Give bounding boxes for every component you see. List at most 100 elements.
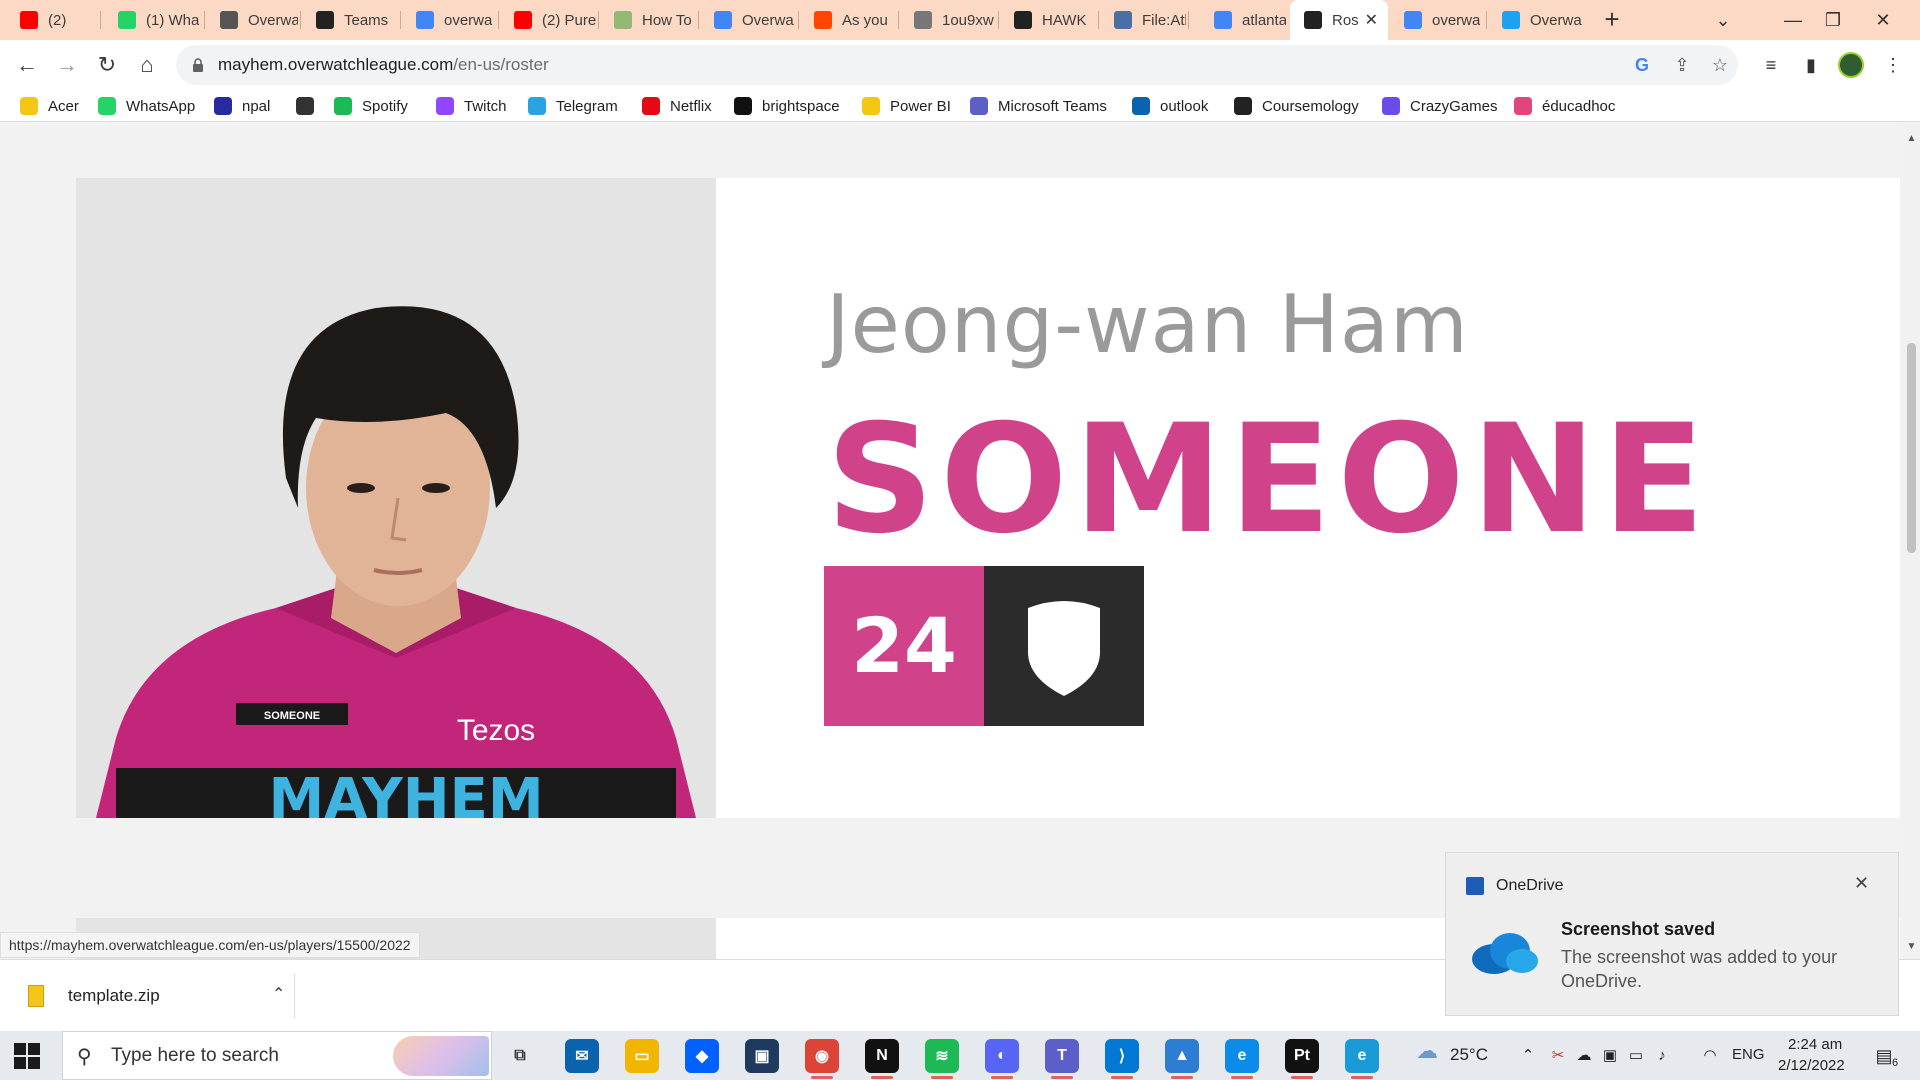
bookmark-item[interactable]: éducadhoc (1514, 96, 1615, 116)
scrollbar-thumb[interactable] (1907, 343, 1916, 553)
teams-icon[interactable]: T (1045, 1039, 1079, 1079)
reload-button[interactable]: ↻ (91, 49, 123, 81)
pycharm-icon[interactable]: Pt (1285, 1039, 1319, 1079)
edge-beta-icon[interactable]: e (1345, 1039, 1379, 1079)
tab-strip: (2) (1) Wha Overwa Teams overwa (2) Pure How T… (0, 0, 1920, 40)
discord-icon[interactable]: ◐ (985, 1039, 1019, 1079)
url-text[interactable]: mayhem.overwatchleague.com/en-us/roster (218, 55, 549, 75)
taskbar-search-input[interactable]: Type here to search (111, 1045, 279, 1067)
dropbox-icon[interactable]: ◆ (685, 1039, 719, 1073)
bookmark-item[interactable]: Netflix (642, 96, 712, 116)
tab-label: Teams (344, 11, 389, 29)
tab-label: 1ou9xw (942, 11, 994, 29)
bookmark-item[interactable]: Twitch (436, 96, 507, 116)
wikihow-icon (614, 11, 632, 29)
bookmark-item[interactable]: Microsoft Teams (970, 96, 1107, 116)
bookmark-item[interactable]: Power BI (862, 96, 951, 116)
jersey-sponsor-text: Tezos (457, 714, 535, 747)
weather-temperature[interactable]: 25°C (1450, 1045, 1488, 1065)
player-card[interactable]: SOMEONE Tezos MAYHEM Jeong-wan Ham SOMEO… (76, 178, 1900, 818)
bookmark-item[interactable] (296, 96, 324, 116)
media-controls-icon[interactable]: ≡ (1758, 52, 1784, 78)
onedrive-tray-icon[interactable]: ☁ (1574, 1046, 1594, 1066)
file-explorer-icon[interactable]: ▭ (625, 1039, 659, 1073)
browser-tab[interactable]: (1) Wha (104, 0, 202, 40)
chevron-up-icon[interactable]: ⌃ (272, 984, 285, 1004)
browser-tab[interactable]: (2) (6, 0, 98, 40)
photos-icon[interactable]: ▲ (1165, 1039, 1199, 1079)
browser-tab[interactable]: (2) Pure (500, 0, 596, 40)
battery-icon[interactable]: ▭ (1626, 1046, 1646, 1066)
bookmark-item[interactable]: Spotify (334, 96, 408, 116)
bookmark-star-icon[interactable]: ☆ (1708, 53, 1732, 77)
notion-app-icon[interactable]: ▣ (745, 1039, 779, 1073)
download-item[interactable]: template.zip ⌃ (20, 974, 295, 1018)
bookmark-item[interactable]: Telegram (528, 96, 618, 116)
close-icon[interactable]: ✕ (1854, 873, 1869, 894)
browser-tab[interactable]: File:Atl (1100, 0, 1186, 40)
home-button[interactable]: ⌂ (131, 49, 163, 81)
netflix-icon[interactable]: N (865, 1039, 899, 1079)
back-button[interactable]: ← (11, 49, 43, 81)
forward-button[interactable]: → (51, 49, 83, 81)
onedrive-notification[interactable]: OneDrive ✕ Screenshot saved The screensh… (1445, 852, 1899, 1016)
taskbar-search-box[interactable]: ⚲ Type here to search (62, 1031, 492, 1080)
player-photo[interactable]: SOMEONE Tezos MAYHEM (76, 178, 716, 818)
tray-app-icon[interactable]: ✂ (1548, 1046, 1568, 1066)
bookmark-item[interactable]: outlook (1132, 96, 1208, 116)
bookmark-item[interactable]: npal (214, 96, 270, 116)
task-view-icon[interactable]: ⧉ (503, 1039, 537, 1073)
page-scrollbar[interactable]: ▲ ▼ (1903, 123, 1920, 959)
clock-time[interactable]: 2:24 am (1788, 1036, 1842, 1053)
notification-body: The screenshot was added to your OneDriv… (1561, 947, 1838, 991)
bookmark-item[interactable]: brightspace (734, 96, 840, 116)
browser-tab[interactable]: As you (800, 0, 896, 40)
bookmark-item[interactable]: WhatsApp (98, 96, 195, 116)
share-icon[interactable]: ⇪ (1670, 53, 1694, 77)
browser-tab[interactable]: Teams (302, 0, 398, 40)
mail-icon[interactable]: ✉ (565, 1039, 599, 1073)
show-hidden-icons-chevron-icon[interactable]: ⌃ (1518, 1046, 1538, 1066)
side-panel-icon[interactable]: ▮ (1798, 52, 1824, 78)
browser-tab[interactable]: overwa (1390, 0, 1484, 40)
clock-date[interactable]: 2/12/2022 (1778, 1057, 1845, 1074)
spotify-icon[interactable]: ≋ (925, 1039, 959, 1079)
browser-tab[interactable]: Overwa (206, 0, 298, 40)
chrome-icon[interactable]: ◉ (805, 1039, 839, 1079)
google-translate-icon[interactable]: G (1630, 53, 1654, 77)
lock-icon[interactable] (192, 57, 204, 73)
input-language[interactable]: ENG (1732, 1046, 1765, 1063)
browser-tab[interactable]: HAWK (1000, 0, 1096, 40)
educadhoc-icon (1514, 97, 1532, 115)
browser-tab[interactable]: 1ou9xw (900, 0, 996, 40)
profile-avatar[interactable] (1838, 52, 1864, 78)
browser-tab[interactable]: overwa (402, 0, 496, 40)
restore-button[interactable]: ❐ (1810, 0, 1856, 40)
scroll-up-arrow-icon[interactable]: ▲ (1906, 133, 1917, 144)
tab-close-icon[interactable]: ✕ (1365, 10, 1378, 30)
browser-tab[interactable]: Overwa (1488, 0, 1584, 40)
address-bar[interactable]: mayhem.overwatchleague.com/en-us/roster … (176, 45, 1738, 85)
vscode-icon[interactable]: ⟩ (1105, 1039, 1139, 1079)
windows-start-button[interactable] (14, 1043, 40, 1069)
search-highlight-art[interactable] (393, 1036, 489, 1076)
bookmark-item[interactable]: Coursemology (1234, 96, 1359, 116)
browser-menu-icon[interactable]: ⋮ (1880, 52, 1906, 78)
bookmark-item[interactable]: CrazyGames (1382, 96, 1498, 116)
tab-search-chevron-icon[interactable]: ⌄ (1700, 0, 1746, 40)
scroll-down-arrow-icon[interactable]: ▼ (1906, 941, 1917, 952)
wifi-icon[interactable]: ◠ (1700, 1046, 1720, 1066)
browser-tab[interactable]: How To (600, 0, 696, 40)
crazygames-icon (1382, 97, 1400, 115)
meet-now-icon[interactable]: ▣ (1600, 1046, 1620, 1066)
new-tab-button[interactable]: + (1596, 4, 1628, 36)
edge-icon[interactable]: e (1225, 1039, 1259, 1079)
browser-tab[interactable]: Overwa (700, 0, 796, 40)
close-window-button[interactable]: ✕ (1860, 0, 1906, 40)
browser-tab[interactable]: Ros ✕ (1290, 0, 1388, 40)
player-handle[interactable]: SOMEONE (826, 393, 1711, 567)
browser-tab[interactable]: atlanta (1200, 0, 1286, 40)
bookmark-item[interactable]: Acer (20, 96, 79, 116)
volume-icon[interactable]: ♪ (1652, 1046, 1672, 1066)
weather-icon[interactable]: ☁ (1410, 1040, 1444, 1062)
